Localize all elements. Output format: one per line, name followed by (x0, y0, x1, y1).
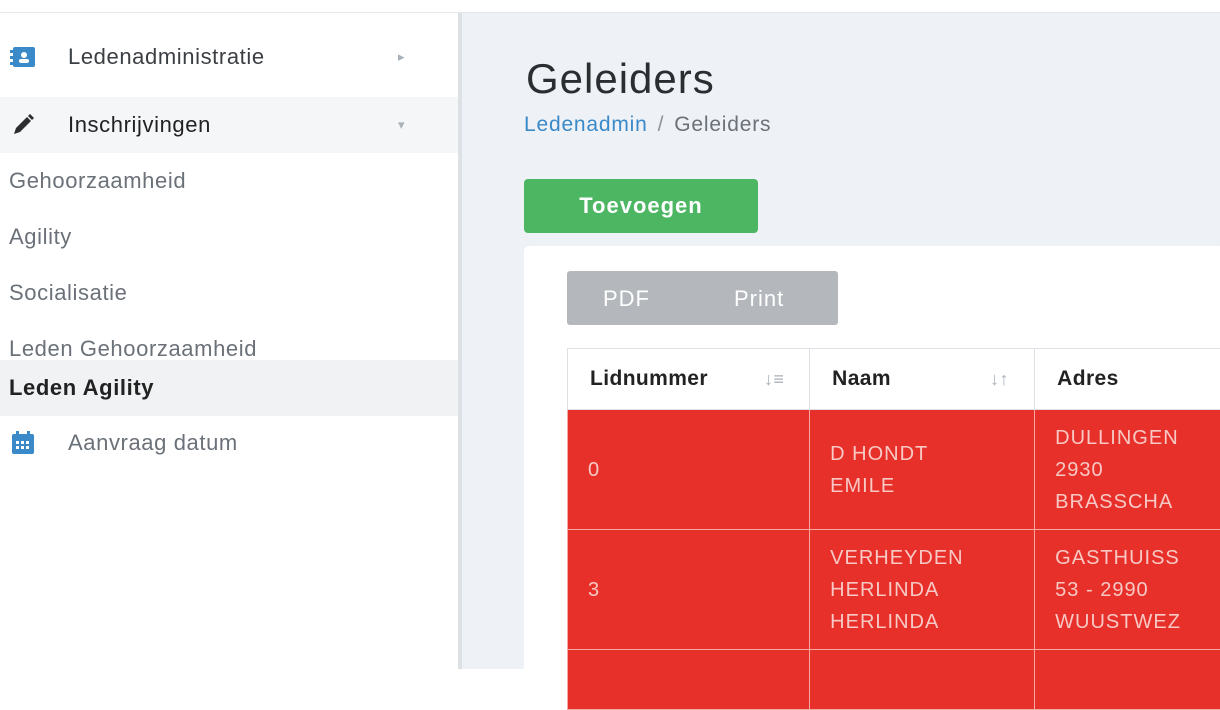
naam-line: EMILE (830, 470, 1034, 502)
column-label: Adres (1057, 367, 1119, 390)
cell-lidnummer: 3 (568, 530, 810, 650)
sidebar-item-label: Aanvraag datum (68, 430, 238, 456)
contact-card-icon (10, 44, 36, 70)
sidebar-item-aanvraag-datum[interactable]: Aanvraag datum (0, 429, 458, 457)
column-header-lidnummer[interactable]: Lidnummer ↓≡ (568, 349, 810, 410)
column-header-naam[interactable]: Naam ↓↑ (810, 349, 1035, 410)
column-label: Lidnummer (590, 367, 708, 390)
sidebar-item-label: Ledenadministratie (68, 44, 265, 70)
chevron-right-icon: ▸ (398, 49, 405, 65)
sort-icon[interactable]: ↓↑ (990, 369, 1009, 390)
sort-ascending-icon[interactable]: ↓≡ (764, 369, 784, 390)
naam-line: HERLINDA (830, 574, 1034, 606)
geleiders-table: Lidnummer ↓≡ Naam ↓↑ Adres 0 D HONDTEMILE … (567, 348, 1220, 710)
cell-lidnummer: 0 (568, 410, 810, 530)
cell-naam: D HONDTEMILE (810, 410, 1035, 530)
table-row[interactable]: 0 D HONDTEMILE DULLINGEN2930BRASSCHA (568, 410, 1220, 530)
pencil-icon (10, 112, 36, 138)
sidebar-item-ledenadministratie[interactable]: Ledenadministratie ▸ (0, 43, 458, 71)
cell-naam (810, 650, 1035, 710)
breadcrumb-separator: / (658, 113, 665, 136)
cell-adres: GASTHUISS53 - 2990WUUSTWEZ (1035, 530, 1220, 650)
adres-line: WUUSTWEZ (1055, 606, 1220, 638)
sidebar: Ledenadministratie ▸ Inschrijvingen ▾ Ge… (0, 13, 458, 669)
column-header-adres[interactable]: Adres (1035, 349, 1220, 410)
adres-line: 53 - 2990 (1055, 574, 1220, 606)
pdf-button[interactable]: PDF (603, 286, 650, 312)
print-button[interactable]: Print (734, 286, 784, 312)
breadcrumb-current: Geleiders (674, 113, 771, 136)
cell-adres (1035, 650, 1220, 710)
naam-line: D HONDT (830, 438, 1034, 470)
page-title: Geleiders (526, 55, 715, 103)
adres-line: DULLINGEN (1055, 422, 1220, 454)
table-row[interactable] (568, 650, 1220, 710)
chevron-down-icon: ▾ (398, 117, 405, 133)
naam-line: HERLINDA (830, 606, 1034, 638)
sidebar-sub-leden-agility[interactable]: Leden Agility (0, 360, 458, 416)
sidebar-item-inschrijvingen[interactable]: Inschrijvingen ▾ (0, 97, 458, 153)
sidebar-sub-gehoorzaamheid[interactable]: Gehoorzaamheid (0, 153, 458, 209)
cell-lidnummer (568, 650, 810, 710)
sidebar-item-label: Inschrijvingen (68, 112, 211, 138)
column-label: Naam (832, 367, 891, 390)
top-bar (0, 0, 1220, 13)
table-row[interactable]: 3 VERHEYDENHERLINDAHERLINDA GASTHUISS53 … (568, 530, 1220, 650)
table-panel: PDF Print Lidnummer ↓≡ Naam ↓↑ Adres 0 D H… (524, 246, 1220, 686)
adres-line: 2930 (1055, 454, 1220, 486)
add-button[interactable]: Toevoegen (524, 179, 758, 233)
table-header-row: Lidnummer ↓≡ Naam ↓↑ Adres (568, 349, 1220, 410)
breadcrumb-link[interactable]: Ledenadmin (524, 113, 648, 136)
adres-line: BRASSCHA (1055, 486, 1220, 518)
sidebar-sub-agility[interactable]: Agility (0, 209, 458, 265)
sidebar-sub-socialisatie[interactable]: Socialisatie (0, 265, 458, 321)
adres-line: GASTHUISS (1055, 542, 1220, 574)
breadcrumb: Ledenadmin / Geleiders (524, 113, 771, 137)
main-content: Geleiders Ledenadmin / Geleiders Toevoegen… (462, 13, 1220, 669)
cell-adres: DULLINGEN2930BRASSCHA (1035, 410, 1220, 530)
cell-naam: VERHEYDENHERLINDAHERLINDA (810, 530, 1035, 650)
naam-line: VERHEYDEN (830, 542, 1034, 574)
export-button-group: PDF Print (567, 271, 838, 325)
calendar-icon (10, 430, 36, 456)
